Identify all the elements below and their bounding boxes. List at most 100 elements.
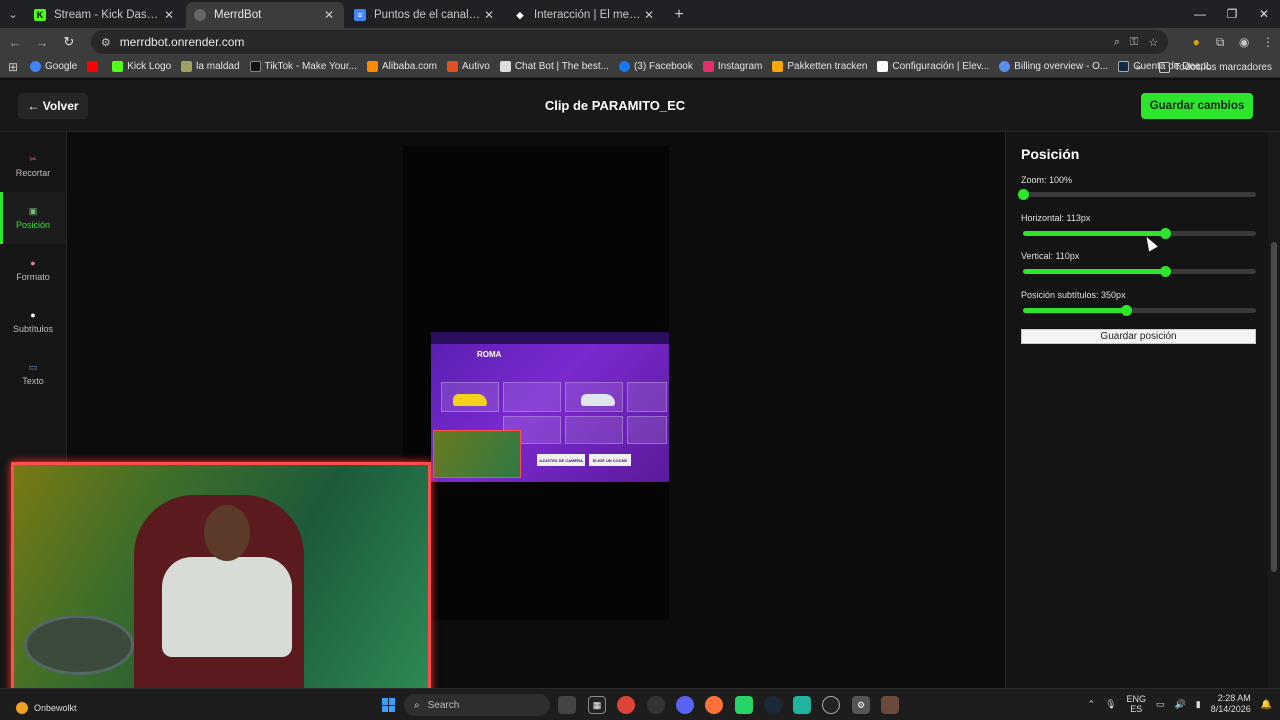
bookmark-chat-bot[interactable]: Chat Bot | The best... bbox=[499, 61, 609, 72]
site-settings-icon[interactable]: ⚙ bbox=[101, 36, 111, 49]
bookmark-google[interactable]: Google bbox=[30, 61, 77, 72]
bookmark-autivo[interactable]: Autivo bbox=[447, 61, 490, 72]
bookmark-instagram[interactable]: Instagram bbox=[702, 61, 762, 72]
bookmark-pakketten[interactable]: Pakketten tracken bbox=[772, 61, 867, 72]
tab-merrdbot[interactable]: MerrdBot ✕ bbox=[186, 2, 344, 28]
vertical-label: Vertical: 110px bbox=[1021, 251, 1080, 261]
browser-menu-icon[interactable]: ⋮ bbox=[1256, 30, 1280, 54]
openai-icon bbox=[999, 61, 1011, 72]
apps-grid-icon[interactable]: ⊞ bbox=[0, 60, 26, 74]
close-tab-icon[interactable]: ✕ bbox=[482, 8, 496, 22]
close-tab-icon[interactable]: ✕ bbox=[162, 8, 176, 22]
battery-icon[interactable]: ▮ bbox=[1196, 699, 1201, 710]
page-scrollbar[interactable] bbox=[1268, 132, 1280, 688]
vertical-slider[interactable] bbox=[1023, 266, 1256, 277]
sidebar-item-posicion[interactable]: ▣ Posición bbox=[0, 192, 66, 244]
minimize-icon[interactable]: — bbox=[1184, 0, 1216, 28]
autivo-icon bbox=[447, 61, 459, 72]
network-icon[interactable]: ▭ bbox=[1156, 699, 1165, 710]
scrollbar-thumb[interactable] bbox=[1271, 242, 1277, 572]
tab-interaccion[interactable]: ◆ Interacción | El mejor software ✕ bbox=[506, 2, 664, 28]
windows-start-icon[interactable] bbox=[382, 698, 396, 712]
tab-puntos-document[interactable]: ≡ Puntos de el canal. - Document ✕ bbox=[346, 2, 504, 28]
app-icon[interactable]: ▦ bbox=[588, 696, 606, 714]
save-position-button[interactable]: Guardar posición bbox=[1021, 329, 1256, 344]
more-bookmarks-icon[interactable]: » bbox=[1136, 62, 1142, 73]
browser-toolbar: ← → ↻ ⚙ merrdbot.onrender.com ⌕ ⚿ ☆ ● ⧉ … bbox=[0, 28, 1280, 56]
bookmark-billing[interactable]: Billing overview - O... bbox=[999, 61, 1108, 72]
close-tab-icon[interactable]: ✕ bbox=[322, 8, 336, 22]
zoom-icon[interactable]: ⌕ bbox=[1114, 36, 1120, 49]
bookmark-configuracion[interactable]: Configuración | Elev... bbox=[877, 61, 989, 72]
sidebar-item-label: Posición bbox=[15, 220, 51, 230]
all-bookmarks-folder[interactable]: Todos los marcadores bbox=[1159, 61, 1272, 73]
back-arrow-icon[interactable]: ← bbox=[3, 30, 27, 54]
forward-arrow-icon[interactable]: → bbox=[30, 30, 54, 54]
language-indicator[interactable]: ENG ES bbox=[1127, 694, 1147, 714]
github-icon[interactable] bbox=[647, 696, 665, 714]
clock[interactable]: 2:28 AM 8/14/2026 bbox=[1211, 693, 1251, 715]
tab-kick-dashboard[interactable]: K Stream - Kick Dashboard ✕ bbox=[26, 2, 184, 28]
facebook-icon bbox=[618, 61, 630, 72]
save-changes-button[interactable]: Guardar cambios bbox=[1141, 93, 1253, 119]
slider-thumb[interactable] bbox=[1160, 228, 1172, 239]
palette-icon: ● bbox=[30, 258, 36, 268]
sidebar-item-texto[interactable]: ▭ Texto bbox=[0, 348, 66, 400]
chrome-icon[interactable] bbox=[617, 696, 635, 714]
horizontal-slider[interactable] bbox=[1023, 228, 1256, 239]
slider-fill bbox=[1023, 231, 1166, 236]
whatsapp-icon[interactable] bbox=[735, 696, 753, 714]
elevenlabs-icon bbox=[877, 61, 889, 72]
reload-icon[interactable]: ↻ bbox=[57, 30, 81, 54]
bookmark-facebook[interactable]: (3) Facebook bbox=[618, 61, 693, 72]
slider-thumb[interactable] bbox=[1160, 266, 1172, 277]
close-window-icon[interactable]: ✕ bbox=[1248, 0, 1280, 28]
subtitle-position-slider[interactable] bbox=[1023, 305, 1256, 316]
steam-icon[interactable] bbox=[764, 696, 782, 714]
diamond-favicon-icon: ◆ bbox=[516, 9, 524, 20]
obs-icon[interactable] bbox=[822, 696, 840, 714]
gameplay-clip[interactable]: ROMA AJUSTES DE CAMERA ELIGE UN COCHE bbox=[431, 332, 669, 482]
discord-icon[interactable] bbox=[676, 696, 694, 714]
person-head-shape bbox=[204, 505, 250, 561]
password-key-icon[interactable]: ⚿ bbox=[1130, 36, 1138, 49]
audio-app-icon[interactable] bbox=[793, 696, 811, 714]
sidebar-item-recortar[interactable]: ✂ Recortar bbox=[0, 140, 66, 192]
slider-thumb[interactable] bbox=[1018, 189, 1029, 200]
youtube-icon bbox=[87, 61, 99, 72]
maximize-icon[interactable]: ❐ bbox=[1216, 0, 1248, 28]
person-shirt-shape bbox=[162, 557, 292, 657]
extension-icon[interactable]: ● bbox=[1184, 30, 1208, 54]
address-bar[interactable]: ⚙ merrdbot.onrender.com ⌕ ⚿ ☆ bbox=[90, 30, 1169, 54]
task-view-icon[interactable] bbox=[558, 696, 576, 714]
horizontal-label: Horizontal: 113px bbox=[1021, 213, 1091, 223]
new-tab-icon[interactable]: + bbox=[666, 2, 692, 28]
notification-bell-icon[interactable]: 🔔 bbox=[1261, 699, 1272, 710]
close-tab-icon[interactable]: ✕ bbox=[642, 8, 656, 22]
settings-gear-icon[interactable]: ⚙ bbox=[852, 696, 870, 714]
microphone-icon[interactable]: 🎙 bbox=[1105, 699, 1116, 710]
white-car bbox=[581, 394, 615, 406]
app-icon[interactable] bbox=[881, 696, 899, 714]
bookmark-star-icon[interactable]: ☆ bbox=[1148, 36, 1158, 49]
slider-thumb[interactable] bbox=[1120, 305, 1132, 316]
firefox-icon[interactable] bbox=[705, 696, 723, 714]
game-slot bbox=[503, 382, 561, 412]
bookmark-tiktok[interactable]: TikTok - Make Your... bbox=[249, 61, 357, 72]
chevron-up-icon[interactable]: ⌃ bbox=[1088, 699, 1096, 710]
volume-icon[interactable]: 🔊 bbox=[1175, 699, 1186, 710]
bookmark-alibaba[interactable]: Alibaba.com bbox=[366, 61, 437, 72]
profile-avatar-icon[interactable]: ◉ bbox=[1232, 30, 1256, 54]
extensions-puzzle-icon[interactable]: ⧉ bbox=[1208, 30, 1232, 54]
sidebar-item-subtitulos[interactable]: ● Subtítulos bbox=[0, 296, 66, 348]
tab-search-icon[interactable]: ⌄ bbox=[0, 0, 26, 28]
bookmark-youtube[interactable] bbox=[87, 61, 102, 72]
zoom-slider[interactable] bbox=[1018, 189, 1256, 200]
bookmark-kick-logo[interactable]: Kick Logo bbox=[112, 61, 171, 72]
bookmark-la-maldad[interactable]: la maldad bbox=[181, 61, 240, 72]
tab-title: Puntos de el canal. - Document bbox=[374, 9, 482, 21]
taskbar-search[interactable]: ⌕ Search bbox=[404, 694, 550, 716]
webcam-overlay[interactable] bbox=[11, 462, 431, 704]
sidebar-item-formato[interactable]: ● Formato bbox=[0, 244, 66, 296]
weather-widget[interactable]: Onbewolkt bbox=[16, 702, 77, 714]
